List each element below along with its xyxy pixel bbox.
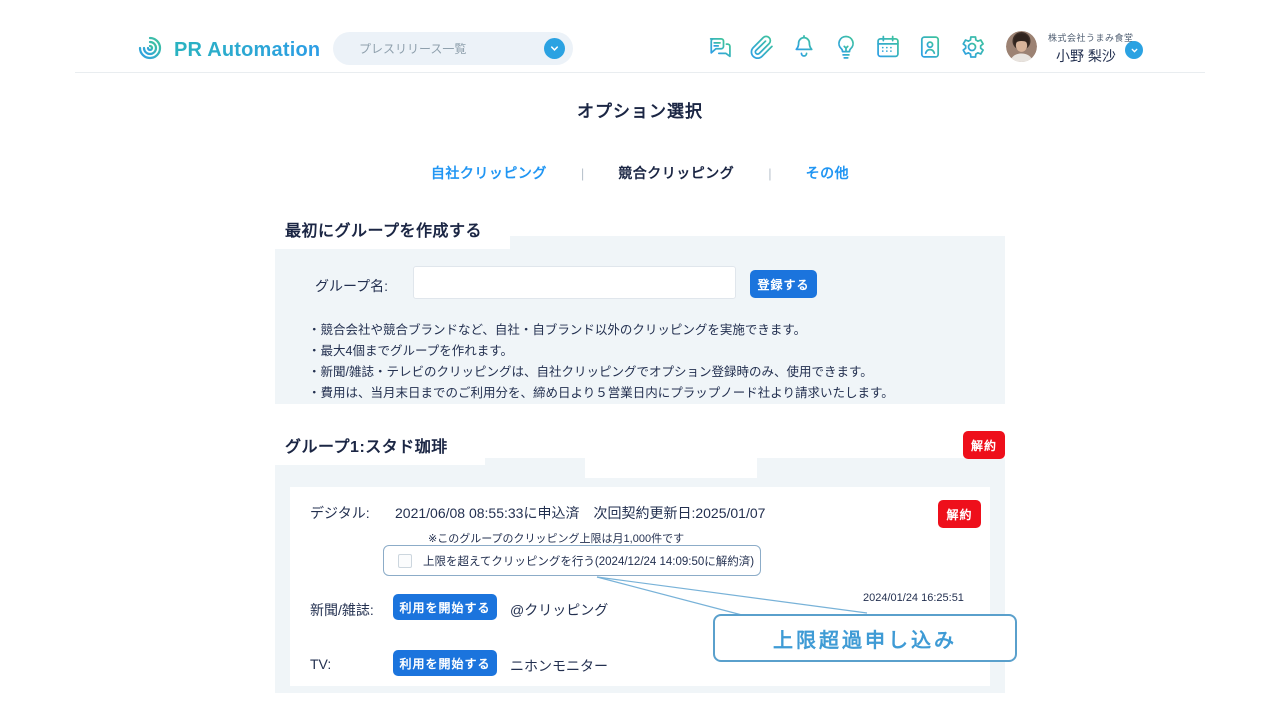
group1-heading: グループ1:スタド珈琲 bbox=[275, 428, 485, 465]
chevron-down-icon bbox=[544, 38, 565, 59]
limit-exceed-box: 上限を超えてクリッピングを行う(2024/12/24 14:09:50に解約済) bbox=[383, 545, 761, 576]
group-name-label: グループ名: bbox=[315, 276, 388, 296]
user-avatar[interactable] bbox=[1006, 31, 1037, 62]
limit-exceed-callout: 上限超過申し込み bbox=[713, 614, 1017, 662]
app-logo[interactable]: PR Automation bbox=[135, 33, 320, 68]
press-release-dropdown-label: プレスリリース一覧 bbox=[333, 40, 544, 57]
digital-limit-note: ※このグループのクリッピング上限は月1,000件です bbox=[428, 530, 684, 546]
annotation-timestamp: 2024/01/24 16:25:51 bbox=[863, 592, 964, 604]
tab-separator: | bbox=[768, 166, 771, 181]
tv-start-button[interactable]: 利用を開始する bbox=[393, 650, 497, 676]
user-company: 株式会社うまみ食堂 bbox=[1048, 31, 1158, 44]
bell-icon[interactable] bbox=[790, 33, 818, 61]
digital-status: 2021/06/08 08:55:33に申込済 次回契約更新日:2025/01/… bbox=[395, 503, 765, 523]
note-line: ・新聞/雑誌・テレビのクリッピングは、自社クリッピングでオプション登録時のみ、使… bbox=[308, 362, 894, 383]
callout-text: 上限超過申し込み bbox=[773, 624, 957, 653]
logo-text: PR Automation bbox=[174, 39, 320, 62]
white-patch bbox=[585, 458, 757, 478]
note-line: ・競合会社や競合ブランドなど、自社・自ブランド以外のクリッピングを実施できます。 bbox=[308, 320, 894, 341]
option-tabs: 自社クリッピング | 競合クリッピング | その他 bbox=[0, 163, 1280, 183]
app-header: PR Automation プレスリリース一覧 bbox=[0, 0, 1280, 72]
tab-other[interactable]: その他 bbox=[806, 163, 850, 183]
create-group-notes: ・競合会社や競合ブランドなど、自社・自ブランド以外のクリッピングを実施できます。… bbox=[308, 320, 894, 404]
press-release-dropdown[interactable]: プレスリリース一覧 bbox=[333, 32, 573, 65]
note-line: ・費用は、当月末日までのご利用分を、締め日より５営業日内にプラップノード社より請… bbox=[308, 383, 894, 404]
digital-cancel-button[interactable]: 解約 bbox=[938, 500, 981, 528]
logo-spiral-icon bbox=[135, 33, 165, 68]
header-icon-row bbox=[706, 33, 986, 61]
newspaper-label: 新聞/雑誌: bbox=[310, 600, 374, 620]
tv-vendor: ニホンモニター bbox=[510, 656, 608, 676]
tab-competitor-clipping[interactable]: 競合クリッピング bbox=[618, 163, 734, 183]
group-name-input[interactable] bbox=[413, 266, 736, 299]
tab-separator: | bbox=[581, 166, 584, 181]
settings-gear-icon[interactable] bbox=[958, 33, 986, 61]
limit-exceed-label: 上限を超えてクリッピングを行う(2024/12/24 14:09:50に解約済) bbox=[423, 553, 754, 569]
digital-label: デジタル: bbox=[310, 503, 370, 523]
page-title: オプション選択 bbox=[0, 97, 1280, 122]
calendar-icon[interactable] bbox=[874, 33, 902, 61]
comments-icon[interactable] bbox=[706, 33, 734, 61]
user-menu-chevron-icon[interactable] bbox=[1125, 41, 1143, 59]
group1-cancel-button[interactable]: 解約 bbox=[963, 431, 1005, 459]
newspaper-start-button[interactable]: 利用を開始する bbox=[393, 594, 497, 620]
create-group-heading: 最初にグループを作成する bbox=[275, 212, 510, 249]
tv-label: TV: bbox=[310, 656, 331, 672]
paperclip-icon[interactable] bbox=[748, 33, 776, 61]
header-divider bbox=[75, 72, 1205, 73]
id-card-icon[interactable] bbox=[916, 33, 944, 61]
note-line: ・最大4個までグループを作れます。 bbox=[308, 341, 894, 362]
limit-exceed-checkbox[interactable] bbox=[398, 554, 412, 568]
register-button[interactable]: 登録する bbox=[750, 270, 817, 298]
lightbulb-icon[interactable] bbox=[832, 33, 860, 61]
tab-own-clipping[interactable]: 自社クリッピング bbox=[431, 163, 547, 183]
newspaper-vendor: @クリッピング bbox=[510, 600, 608, 620]
